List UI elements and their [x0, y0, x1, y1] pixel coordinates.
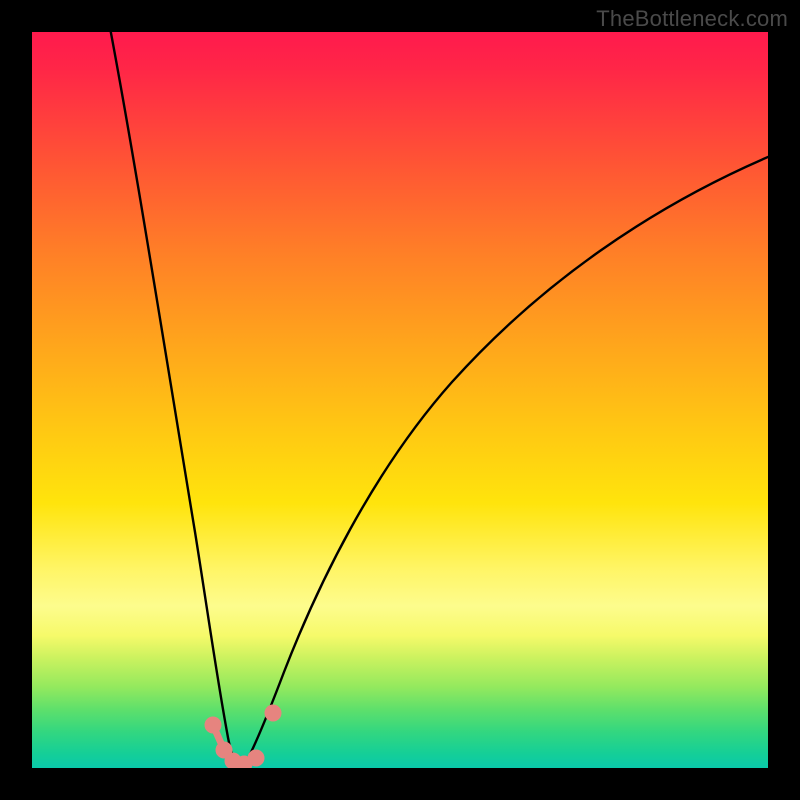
marker-dot — [268, 708, 278, 718]
marker-dot — [251, 753, 261, 763]
watermark-text: TheBottleneck.com — [596, 6, 788, 32]
curve-layer — [32, 32, 768, 768]
marker-dot — [208, 720, 218, 730]
marker-cluster — [208, 708, 278, 768]
plot-area — [32, 32, 768, 768]
bottleneck-curve-right — [245, 157, 768, 764]
chart-frame: TheBottleneck.com — [0, 0, 800, 800]
marker-dot — [239, 759, 249, 768]
bottleneck-curve-left — [107, 32, 237, 764]
marker-dot — [219, 745, 229, 755]
